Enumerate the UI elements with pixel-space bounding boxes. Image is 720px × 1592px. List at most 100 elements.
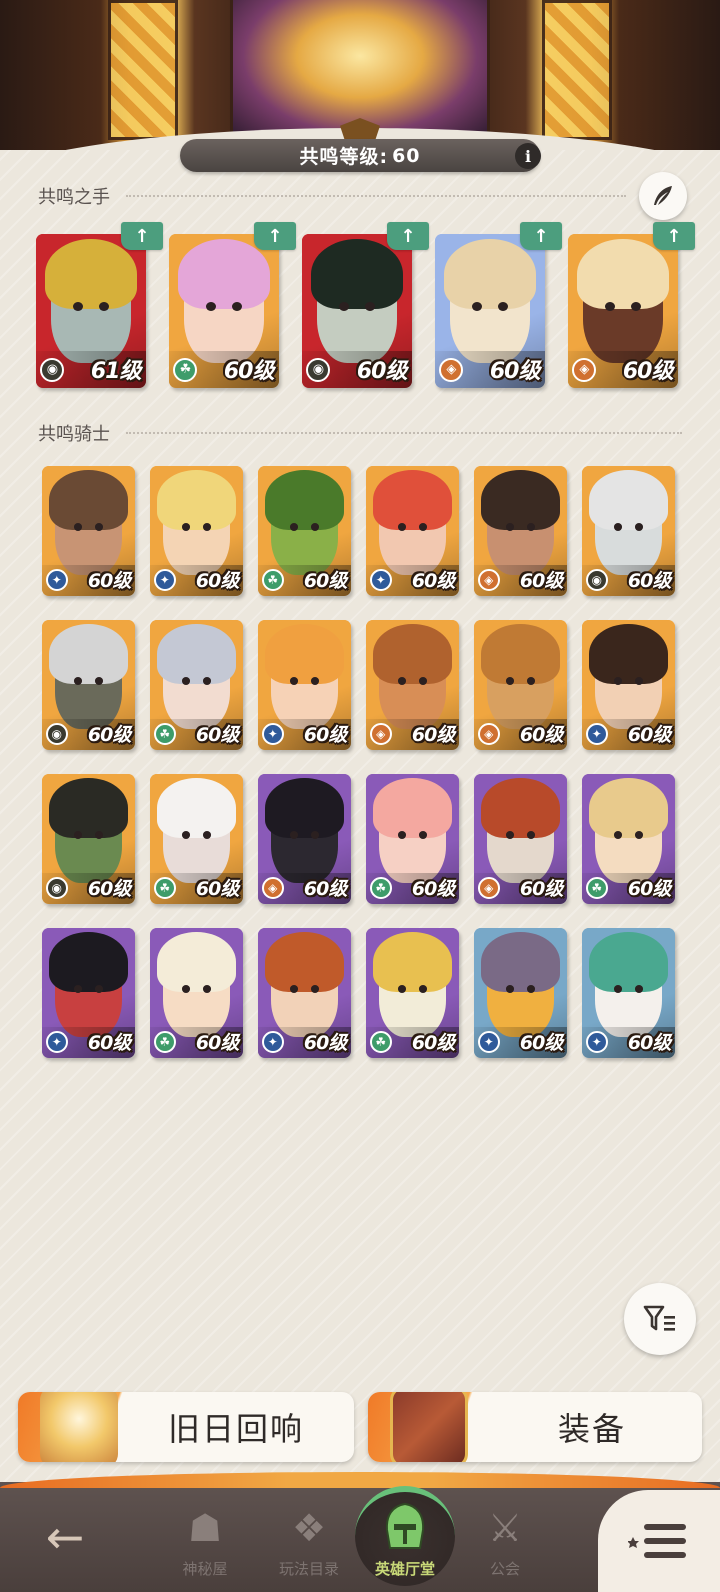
- hero-card[interactable]: ✦ 60级: [258, 620, 351, 750]
- hero-card[interactable]: ✦ 60级: [150, 466, 243, 596]
- nav-game-modes[interactable]: ❖ 玩法目录: [264, 1500, 354, 1586]
- wilder-faction-icon: ☘: [369, 876, 392, 899]
- hero-level: 60级: [195, 878, 239, 901]
- mauler-faction-icon: ◈: [477, 876, 500, 899]
- hero-level: 60级: [627, 724, 671, 747]
- game-modes-icon: ❖: [291, 1506, 327, 1550]
- hero-card[interactable]: ◈ 60级: [258, 774, 351, 904]
- hero-level: 60级: [519, 724, 563, 747]
- wilder-faction-icon: ☘: [153, 1030, 176, 1053]
- upgrade-arrow-icon[interactable]: ↑: [121, 222, 163, 250]
- hero-card[interactable]: ☘ 60级: [258, 466, 351, 596]
- nav-hero-hall[interactable]: 英雄厅堂: [360, 1500, 450, 1586]
- hero-card[interactable]: ☘ 60级: [169, 234, 279, 388]
- hero-level: 60级: [303, 1032, 347, 1055]
- echoes-label: 旧日回响: [168, 1410, 305, 1448]
- stained-glass-left: [108, 0, 178, 140]
- info-icon[interactable]: i: [515, 143, 541, 169]
- nav-guild[interactable]: ⚔ 公会: [460, 1500, 550, 1586]
- hero-card[interactable]: ☘ 60级: [150, 928, 243, 1058]
- menu-icon: [628, 1524, 686, 1558]
- upgrade-arrow-icon[interactable]: ↑: [520, 222, 562, 250]
- hero-level: 60级: [627, 1032, 671, 1055]
- hero-card[interactable]: ◈ 60级: [568, 234, 678, 388]
- mystic-house-icon: ☗: [187, 1506, 223, 1550]
- hero-level: 60级: [195, 1032, 239, 1055]
- hero-card[interactable]: ◉ 60级: [42, 620, 135, 750]
- hero-card[interactable]: ☘ 60级: [582, 774, 675, 904]
- hero-level: 60级: [223, 358, 275, 384]
- wilder-faction-icon: ☘: [369, 1030, 392, 1053]
- back-arrow-icon[interactable]: ←: [30, 1510, 100, 1564]
- hero-level: 60级: [627, 878, 671, 901]
- hero-card[interactable]: ◈ 60级: [366, 620, 459, 750]
- wilder-faction-icon: ☘: [153, 876, 176, 899]
- hero-level: 60级: [411, 878, 455, 901]
- hero-level: 60级: [356, 358, 408, 384]
- nav-label: 神秘屋: [182, 1560, 228, 1578]
- equipment-button[interactable]: 装备: [368, 1392, 702, 1462]
- hero-level: 60级: [195, 724, 239, 747]
- section-title-knights: 共鸣骑士: [38, 424, 110, 445]
- lightbearer-faction-icon: ✦: [261, 1030, 284, 1053]
- lightbearer-faction-icon: ✦: [261, 722, 284, 745]
- hero-card[interactable]: ✦ 60级: [258, 928, 351, 1058]
- hero-card[interactable]: ◈ 60级: [474, 774, 567, 904]
- hero-card[interactable]: ✦ 60级: [582, 928, 675, 1058]
- menu-button[interactable]: [598, 1490, 720, 1592]
- hero-level: 60级: [87, 878, 131, 901]
- wilder-faction-icon: ☘: [261, 568, 284, 591]
- hero-card[interactable]: ✦ 60级: [366, 466, 459, 596]
- nav-label: 英雄厅堂: [374, 1560, 435, 1578]
- hero-card[interactable]: ✦ 60级: [42, 466, 135, 596]
- filter-button[interactable]: [624, 1283, 696, 1355]
- resonance-level-pill: 共鸣等级: 60: [180, 139, 540, 172]
- stained-glass-right: [542, 0, 612, 140]
- hero-card[interactable]: ☘ 60级: [366, 774, 459, 904]
- resonance-hands-grid: ◉ 61级 ↑ ☘ 60级 ↑ ◉ 60级 ↑ ◈ 60级 ↑ ◈ 60级 ↑: [36, 222, 695, 390]
- echoes-button[interactable]: 旧日回响: [18, 1392, 354, 1462]
- hero-card[interactable]: ◉ 60级: [582, 466, 675, 596]
- hero-card[interactable]: ☘ 60级: [150, 774, 243, 904]
- upgrade-arrow-icon[interactable]: ↑: [387, 222, 429, 250]
- hero-card[interactable]: ✦ 60级: [42, 928, 135, 1058]
- mauler-faction-icon: ◈: [477, 722, 500, 745]
- wilder-faction-icon: ☘: [585, 876, 608, 899]
- hero-level: 60级: [519, 878, 563, 901]
- hero-card[interactable]: ✦ 60级: [582, 620, 675, 750]
- hero-hall-icon: [377, 1500, 433, 1556]
- mauler-faction-icon: ◈: [261, 876, 284, 899]
- hero-level: 60级: [195, 570, 239, 593]
- hero-level: 60级: [622, 358, 674, 384]
- upgrade-arrow-icon[interactable]: ↑: [653, 222, 695, 250]
- section-title-hands: 共鸣之手: [38, 187, 110, 208]
- nav-label: 玩法目录: [278, 1560, 339, 1578]
- resonance-level-label: 共鸣等级:: [299, 146, 389, 168]
- quill-icon: [654, 186, 672, 205]
- lightbearer-faction-icon: ✦: [477, 1030, 500, 1053]
- hero-card[interactable]: ◉ 60级: [42, 774, 135, 904]
- hero-level: 61级: [90, 358, 142, 384]
- lightbearer-faction-icon: ✦: [585, 722, 608, 745]
- lightbearer-faction-icon: ✦: [585, 1030, 608, 1053]
- hero-card[interactable]: ☘ 60级: [366, 928, 459, 1058]
- hero-level: 60级: [519, 570, 563, 593]
- hero-card[interactable]: ◉ 61级: [36, 234, 146, 388]
- hero-card[interactable]: ◉ 60级: [302, 234, 412, 388]
- hero-card[interactable]: ◈ 60级: [474, 466, 567, 596]
- hero-card[interactable]: ✦ 60级: [474, 928, 567, 1058]
- graveborn-faction-icon: ◉: [585, 568, 608, 591]
- equipment-label: 装备: [558, 1410, 627, 1448]
- upgrade-arrow-icon[interactable]: ↑: [254, 222, 296, 250]
- divider: [126, 195, 626, 197]
- hero-card[interactable]: ◈ 60级: [435, 234, 545, 388]
- quill-button[interactable]: [639, 172, 687, 220]
- hero-level: 60级: [489, 358, 541, 384]
- hero-card[interactable]: ◈ 60级: [474, 620, 567, 750]
- echoes-emblem-icon: [40, 1392, 118, 1462]
- mauler-faction-icon: ◈: [477, 568, 500, 591]
- nav-mystic-house[interactable]: ☗ 神秘屋: [160, 1500, 250, 1586]
- hero-level: 60级: [87, 724, 131, 747]
- hero-level: 60级: [303, 570, 347, 593]
- hero-card[interactable]: ☘ 60级: [150, 620, 243, 750]
